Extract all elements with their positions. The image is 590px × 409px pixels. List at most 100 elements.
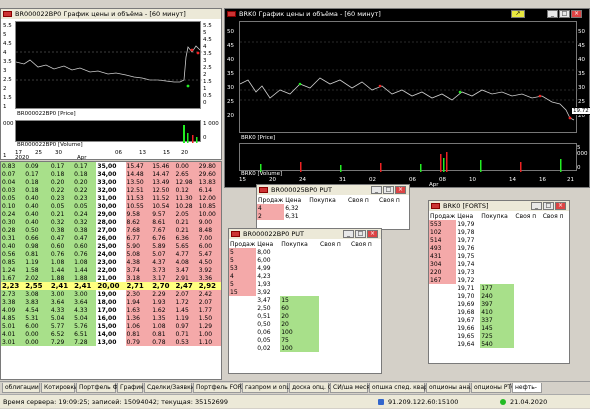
quote-row[interactable]: 19,65 725 <box>429 332 569 340</box>
chart2-minimize-button[interactable]: _ <box>547 10 558 18</box>
quote2-minimize-button[interactable]: _ <box>343 230 354 238</box>
tab-item[interactable]: Графики <box>117 383 148 393</box>
quote-buy: 20 <box>280 320 320 328</box>
quote1-maximize-button[interactable]: □ <box>383 186 394 194</box>
chart2-close-button[interactable]: × <box>571 10 582 18</box>
tab-item[interactable]: опционы анализ <box>426 383 481 393</box>
chart2-titlebar[interactable]: BRK0 График цены и объёма - [60 минут] <box>225 9 589 19</box>
table-row[interactable]: 0.05 0.40 0.23 0.23 31,00 11.53 11.52 11.30 12.0… <box>1 194 221 202</box>
quote-row[interactable]: 19,66 145 <box>429 324 569 332</box>
quote-sell <box>229 296 256 304</box>
tab-item[interactable]: нефть- <box>512 383 542 393</box>
quote-row[interactable]: 15 3,92 <box>229 288 381 296</box>
table-cell: 3.64 <box>49 298 74 306</box>
tab-item[interactable]: Котировки <box>41 383 78 393</box>
quote2-window[interactable]: BR000022BP0 PUT _ □ × Продаж Цена Покупка С… <box>228 228 382 374</box>
quote-sell: 2 <box>257 212 285 220</box>
table-row[interactable]: 0.04 0.18 0.20 0.20 33,00 13.50 13.49 12.98 13.8… <box>1 178 221 186</box>
quote-row[interactable]: 3,47 15 <box>229 296 381 304</box>
quote-row[interactable]: 0,02 100 <box>229 344 381 352</box>
quote-row[interactable]: 4 4,23 <box>229 272 381 280</box>
quote-row[interactable]: 167 19,72 <box>429 276 569 284</box>
table-row[interactable]: 0.03 0.18 0.22 0.22 32,00 12.51 12.50 0.12 6.14 <box>1 186 221 194</box>
quote-row[interactable]: 53 4,99 <box>229 264 381 272</box>
table-row[interactable]: 0.30 0.40 0.32 0.32 28,00 8.62 8.61 0.21 9.00 <box>1 218 221 226</box>
tab-item[interactable]: доска опц. СИ <box>289 383 337 393</box>
quote-row[interactable]: 5 1,93 <box>229 280 381 288</box>
chart2-price-label: BRK0 [Price] <box>241 135 276 141</box>
quote-row[interactable]: 0,50 20 <box>229 320 381 328</box>
table-row[interactable]: 5.01 6.00 5.77 5.76 15,00 1.06 1.08 0.97 1.29 <box>1 322 221 330</box>
quote-row[interactable]: 19,67 337 <box>429 316 569 324</box>
quote-row[interactable]: 4 6,32 <box>257 204 409 212</box>
table-row[interactable]: 0.24 0.40 0.21 0.24 29,00 9.58 9.57 2.05 10.00 <box>1 210 221 218</box>
quote-row[interactable]: 493 19,76 <box>429 244 569 252</box>
table-row[interactable]: 4.85 5.31 5.04 5.04 16,00 1.36 1.35 1.19 1.50 <box>1 314 221 322</box>
table-row[interactable]: 4.09 4.54 4.33 4.33 17,00 1.63 1.62 1.45 1.77 <box>1 306 221 314</box>
quote-row[interactable]: 0,05 75 <box>229 336 381 344</box>
table-row[interactable]: 0.56 0.81 0.76 0.76 24,00 5.08 5.07 4.77 5.47 <box>1 250 221 258</box>
quote-own <box>350 248 381 256</box>
table-row[interactable]: 0.07 0.17 0.18 0.18 34,00 14.48 14.47 2.65 29.60 <box>1 170 221 178</box>
table-row[interactable]: 3.01 0.00 7.29 7.28 13,00 0.79 0.78 0.53 1.10 <box>1 338 221 346</box>
table-row[interactable]: 3.38 3.83 3.64 3.64 18,00 1.94 1.93 1.72 2.07 <box>1 298 221 306</box>
quote-row[interactable]: 19,69 397 <box>429 300 569 308</box>
chart2-maximize-button[interactable]: □ <box>559 10 570 18</box>
chart1-titlebar[interactable]: BR000022BP0 График цены и объёма - [60 м… <box>1 9 221 19</box>
chart2-window[interactable]: BRK0 График цены и объёма - [60 минут] ↗… <box>224 8 590 188</box>
table-row[interactable]: 0.83 0.09 0.17 0.17 35,00 15.47 15.46 0.00 29.80 <box>1 162 221 170</box>
quote-row[interactable]: 514 19,77 <box>429 236 569 244</box>
quote2-maximize-button[interactable]: □ <box>355 230 366 238</box>
tab-item[interactable]: Сделки/Заявки <box>144 383 195 393</box>
chart1-price-line <box>16 45 201 83</box>
tab-item[interactable]: опционы РТС <box>471 383 515 393</box>
table-row[interactable]: 1.24 1.58 1.44 1.44 22,00 3.74 3.73 3.47 3.92 <box>1 266 221 274</box>
table-cell: 1.58 <box>24 266 48 274</box>
table-row[interactable]: 0.31 0.66 0.47 0.47 26,00 6.77 6.76 6.36 7.00 <box>1 234 221 242</box>
options-table-window[interactable]: 0.83 0.09 0.17 0.17 35,00 15.47 15.46 0.00 29.80… <box>0 161 222 380</box>
table-row[interactable]: 0.85 1.19 1.08 1.08 23,00 4.38 4.37 4.08 4.50 <box>1 258 221 266</box>
quote3-close-button[interactable]: × <box>555 202 566 210</box>
quote-row[interactable]: 19,64 540 <box>429 340 569 348</box>
quote-row[interactable]: 2,50 60 <box>229 304 381 312</box>
quote3-maximize-button[interactable]: □ <box>543 202 554 210</box>
quote-row[interactable]: 0,51 20 <box>229 312 381 320</box>
quote-row[interactable]: 5 8,00 <box>229 248 381 256</box>
quote-row[interactable]: 19,70 240 <box>429 292 569 300</box>
quote-row[interactable]: 0,06 100 <box>229 328 381 336</box>
tab-item[interactable]: Портфель ФР <box>76 383 121 393</box>
table-row[interactable]: 0.10 0.40 0.05 0.05 30,00 10.55 10.54 10.28 10.8… <box>1 202 221 210</box>
quote-row[interactable]: 102 19,78 <box>429 228 569 236</box>
quote2-close-button[interactable]: × <box>367 230 378 238</box>
quote-own <box>514 324 541 332</box>
tab-item[interactable]: опшка спед. квартал <box>369 383 439 393</box>
tab-item[interactable]: газпром и опцы <box>242 383 295 393</box>
quote-row[interactable]: 553 19,79 <box>429 220 569 228</box>
chart1-window[interactable]: BR000022BP0 График цены и объёма - [60 м… <box>0 8 222 161</box>
table-row[interactable]: 1.67 2.02 1.88 1.88 21,00 3.18 3.17 2.91 3.36 <box>1 274 221 282</box>
tab-item[interactable]: облигации <box>2 383 40 393</box>
table-cell: 0.71 <box>174 330 198 338</box>
quote3-minimize-button[interactable]: _ <box>531 202 542 210</box>
quote-row[interactable]: 19,71 177 <box>429 284 569 292</box>
quote-row[interactable]: 5 6,00 <box>229 256 381 264</box>
quote1-close-button[interactable]: × <box>395 186 406 194</box>
table-cell: 0.07 <box>1 170 25 178</box>
quote1-minimize-button[interactable]: _ <box>371 186 382 194</box>
quote-row[interactable]: 19,68 410 <box>429 308 569 316</box>
chart2-tool-button[interactable]: ↗ <box>511 10 525 18</box>
quote-row[interactable]: 431 19,75 <box>429 252 569 260</box>
table-row[interactable]: 2.73 3.08 3.00 3.00 19,00 2.30 2.29 2.07 2.42 <box>1 290 221 298</box>
table-row[interactable]: 0.28 0.50 0.38 0.38 27,00 7.68 7.67 0.21 8.48 <box>1 226 221 234</box>
quote-row[interactable]: 220 19,73 <box>429 268 569 276</box>
quote-row[interactable]: 304 19,74 <box>429 260 569 268</box>
quote-own <box>350 256 381 264</box>
tab-item[interactable]: Портфель FORTS <box>193 383 249 393</box>
tab-item[interactable]: СИ/ша месяц <box>330 383 374 393</box>
table-row[interactable]: 4.01 0.00 6.52 6.51 14,00 0.81 0.81 0.71 1.00 <box>1 330 221 338</box>
quote-row[interactable]: 2 6,31 <box>257 212 409 220</box>
table-row[interactable]: 2,23 2,55 2,41 2,41 20,00 2,71 2,70 2,47 2,92 <box>1 282 221 290</box>
table-row[interactable]: 0.40 0.98 0.60 0.60 25,00 5.90 5.89 5.65 6.00 <box>1 242 221 250</box>
quote1-window[interactable]: BR000025BP0 PUT _ □ × Продаж Цена Покупка С… <box>256 184 410 230</box>
quote3-window[interactable]: BRK0 [FORTS] _ □ × Продаж Цена Покупка Своя… <box>428 200 570 364</box>
